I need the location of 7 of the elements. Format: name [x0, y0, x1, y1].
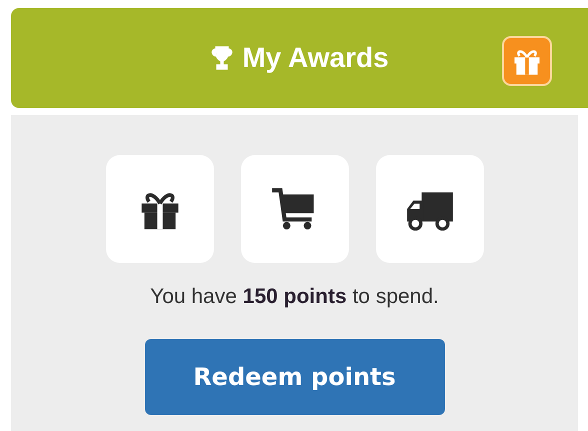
- award-tile[interactable]: [376, 155, 484, 263]
- trophy-icon: [210, 45, 234, 71]
- award-tile[interactable]: [240, 155, 348, 263]
- redeem-button[interactable]: Redeem points: [144, 339, 444, 415]
- award-tile[interactable]: [106, 155, 214, 263]
- points-summary: You have 150 points to spend.: [150, 285, 439, 309]
- header-title: My Awards: [242, 42, 389, 74]
